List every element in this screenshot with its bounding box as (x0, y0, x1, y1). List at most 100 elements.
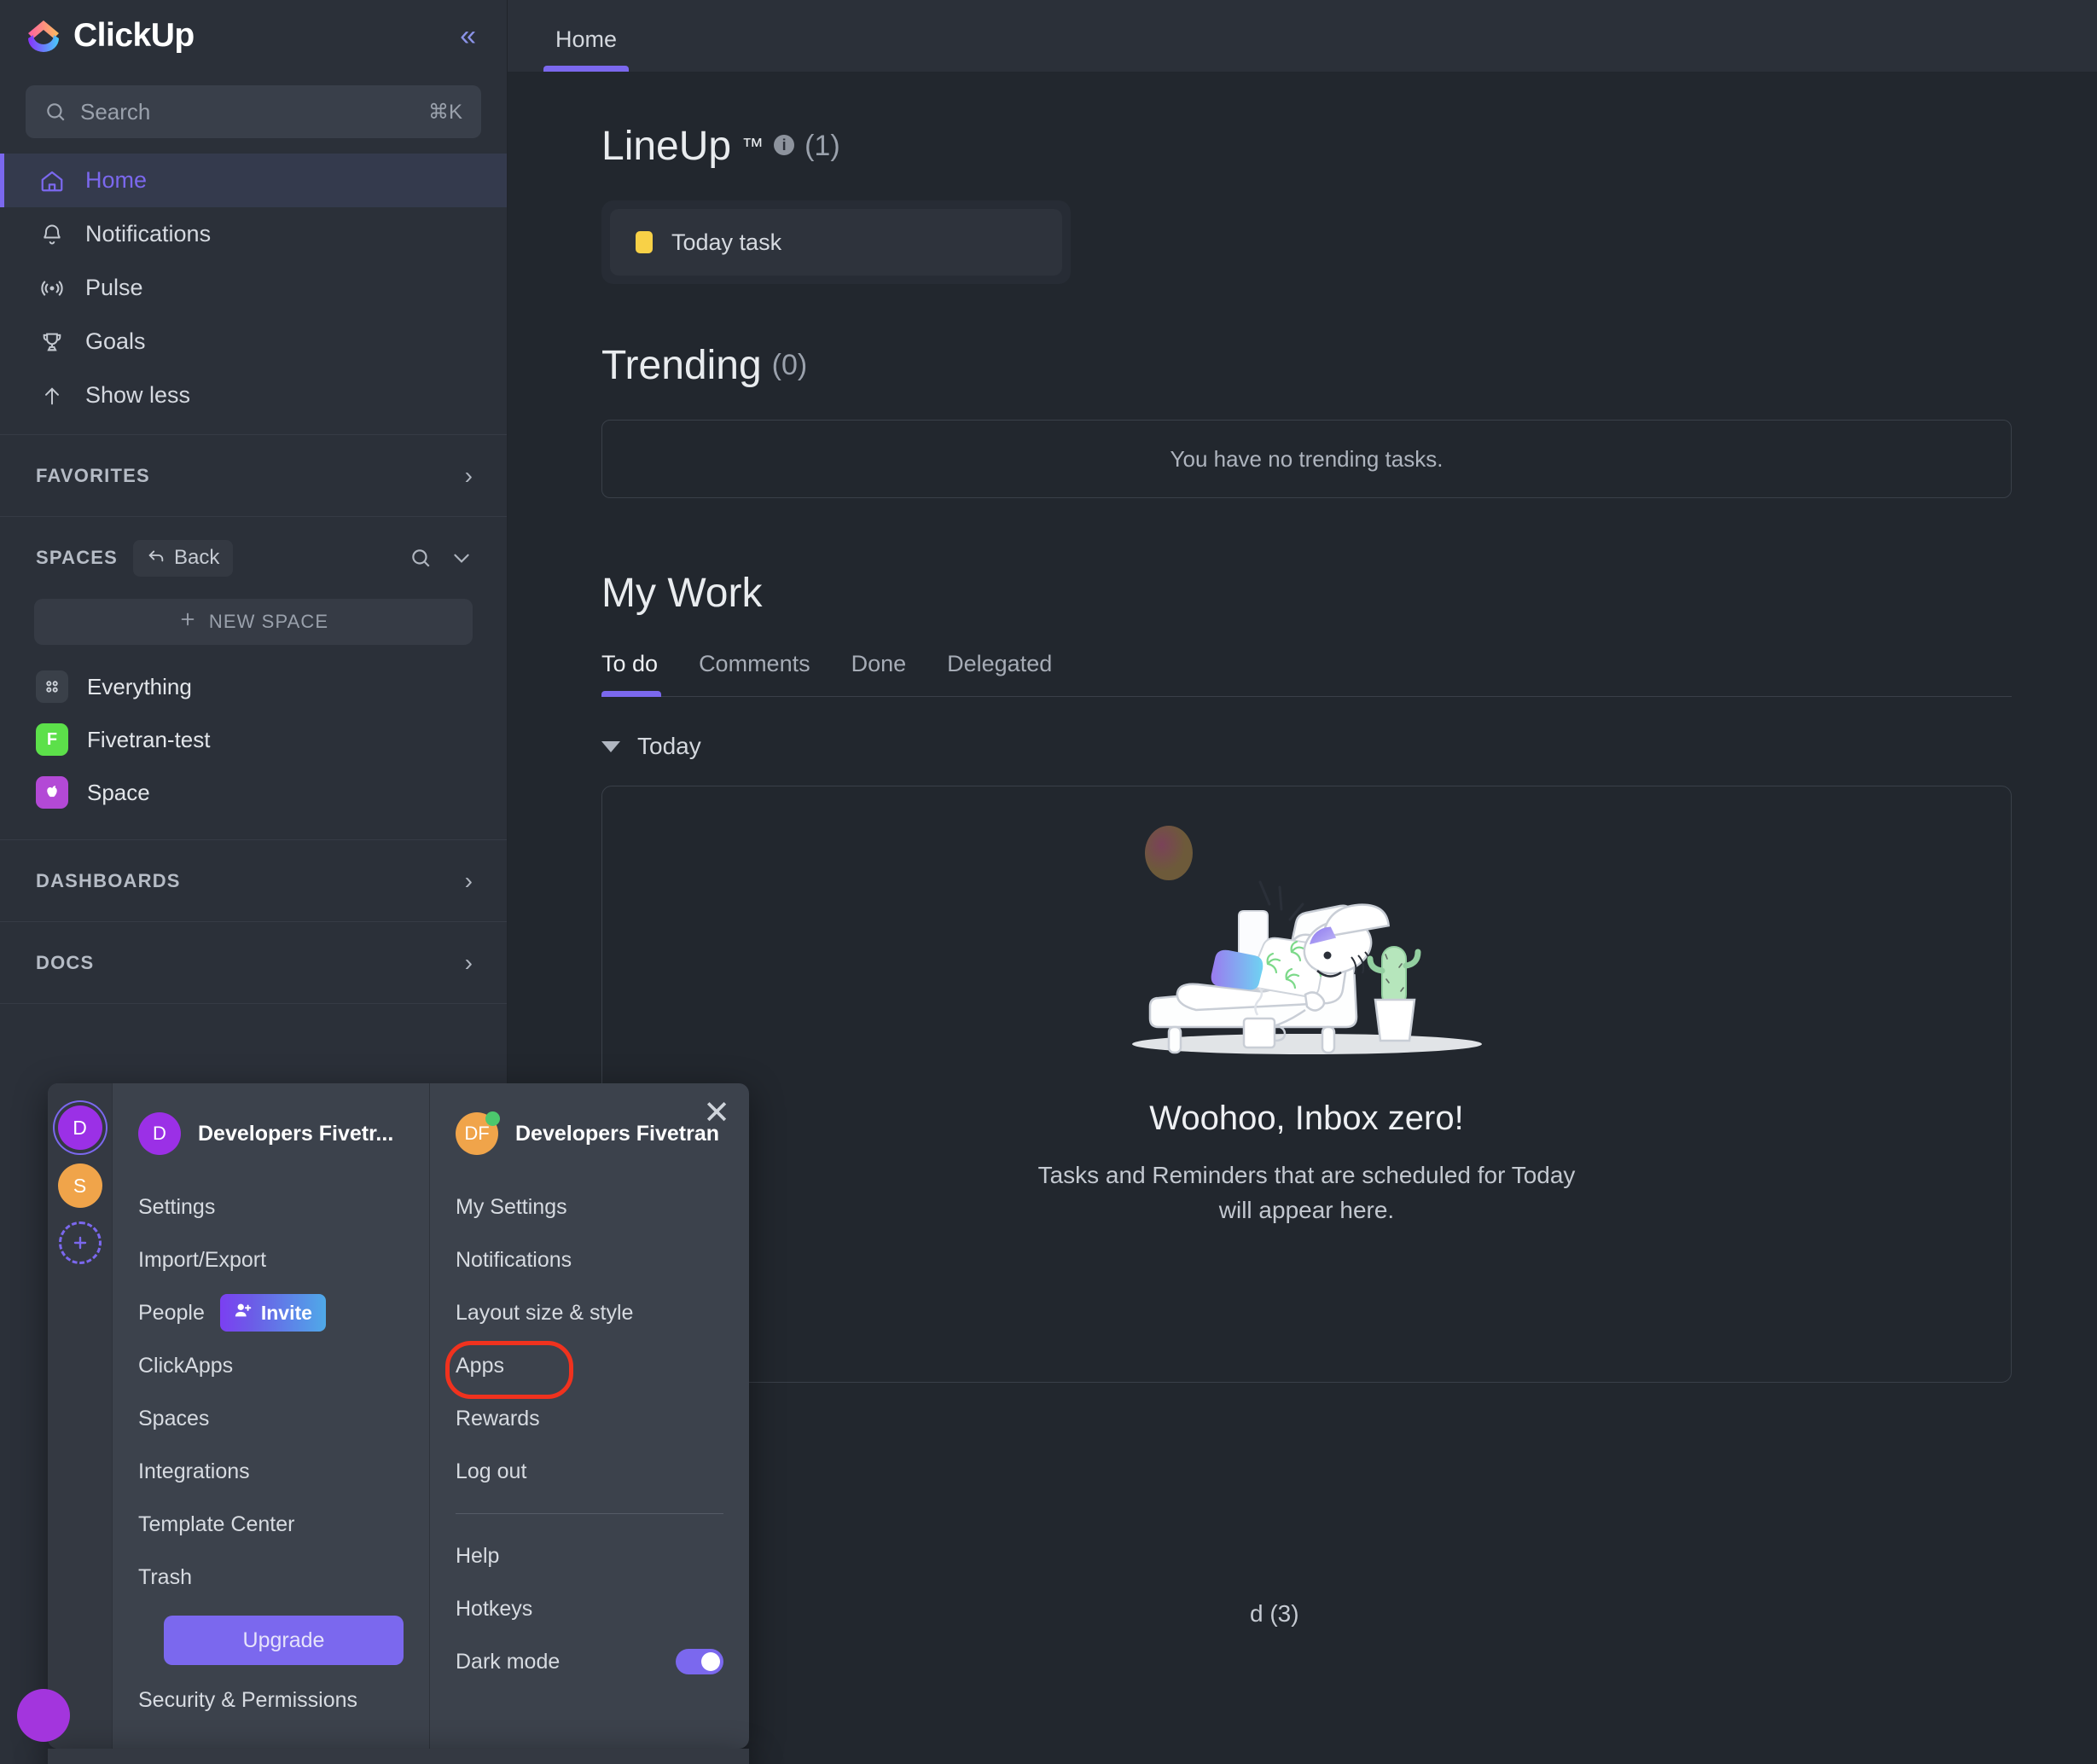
menu-item-label: People (138, 1300, 205, 1325)
menu-item-hotkeys[interactable]: Hotkeys (430, 1582, 749, 1635)
sidebar-item-home[interactable]: Home (0, 154, 507, 207)
search-icon (44, 101, 67, 123)
lineup-heading: LineUp ™ i (1) (601, 123, 2012, 170)
tab-home[interactable]: Home (543, 26, 630, 72)
space-item-fivetran-test[interactable]: F Fivetran-test (0, 713, 507, 766)
sidebar-section-dashboards[interactable]: DASHBOARDS › (0, 840, 507, 922)
sidebar-item-pulse[interactable]: Pulse (0, 261, 507, 315)
new-space-button[interactable]: NEW SPACE (34, 599, 473, 645)
my-work-section: My Work To do Comments Done Delegated To… (601, 570, 2012, 1383)
sidebar-item-goals[interactable]: Goals (0, 315, 507, 368)
menu-item-security-permissions[interactable]: Security & Permissions (113, 1674, 429, 1726)
search-input[interactable]: Search ⌘K (26, 85, 481, 138)
my-work-title: My Work (601, 571, 763, 616)
sidebar-item-show-less[interactable]: Show less (0, 368, 507, 422)
menu-item-log-out[interactable]: Log out (430, 1445, 749, 1498)
sidebar-item-label: Goals (85, 328, 146, 354)
space-item-everything[interactable]: Everything (0, 660, 507, 713)
sidebar-section-favorites[interactable]: FAVORITES › (0, 435, 507, 517)
hidden-group-label: d (3) (1250, 1600, 1299, 1627)
menu-item-integrations[interactable]: Integrations (113, 1445, 429, 1498)
trophy-icon (39, 329, 65, 355)
add-workspace-button[interactable] (58, 1221, 102, 1264)
section-label: FAVORITES (36, 464, 150, 486)
search-shortcut: ⌘K (427, 100, 462, 124)
workspace-header: D Developers Fivetr... (113, 1104, 429, 1181)
menu-item-notifications[interactable]: Notifications (430, 1233, 749, 1286)
profile-menu: ✕ DF Developers Fivetran My Settings Not… (430, 1083, 749, 1749)
invite-button[interactable]: Invite (219, 1294, 326, 1332)
menu-item-help[interactable]: Help (430, 1529, 749, 1582)
menu-item-label: Hotkeys (456, 1596, 533, 1621)
account-popover-overlay: D S D Developers Fivetr... Settings Impo… (17, 1083, 749, 1764)
menu-item-settings[interactable]: Settings (113, 1181, 429, 1233)
chevron-down-icon[interactable] (450, 547, 473, 569)
lineup-card: Today task (601, 200, 1071, 284)
menu-item-label: Dark mode (456, 1649, 561, 1674)
menu-item-dark-mode[interactable]: Dark mode (430, 1635, 749, 1688)
plus-icon (178, 610, 197, 634)
clickup-logo[interactable]: ClickUp (26, 17, 195, 55)
space-item-space[interactable]: Space (0, 766, 507, 819)
sidebar-section-docs[interactable]: DOCS › (0, 922, 507, 1004)
menu-item-label: My Settings (456, 1194, 567, 1219)
sidebar-section-spaces: SPACES Back NEW SPACE Everything F Fivet… (0, 517, 507, 840)
empty-state-subtitle: Tasks and Reminders that are scheduled f… (1037, 1162, 1576, 1223)
sidebar-item-label: Notifications (85, 221, 212, 247)
chevron-right-icon[interactable]: › (465, 949, 473, 977)
group-header-today[interactable]: Today (601, 733, 2012, 760)
menu-item-label: Settings (138, 1194, 216, 1219)
menu-item-label: Rewards (456, 1406, 540, 1430)
menu-item-rewards[interactable]: Rewards (430, 1392, 749, 1445)
user-avatar-blob[interactable] (17, 1689, 70, 1742)
menu-item-my-settings[interactable]: My Settings (430, 1181, 749, 1233)
tab-comments[interactable]: Comments (699, 651, 833, 696)
search-placeholder: Search (80, 98, 151, 125)
new-space-label: NEW SPACE (208, 611, 329, 632)
menu-item-label: Spaces (138, 1406, 210, 1430)
menu-item-trash[interactable]: Trash (113, 1551, 429, 1604)
info-icon[interactable]: i (774, 135, 795, 155)
menu-item-apps[interactable]: Apps (430, 1339, 749, 1399)
lineup-task-row[interactable]: Today task (610, 209, 1062, 276)
menu-item-layout-size-style[interactable]: Layout size & style (430, 1286, 749, 1339)
menu-item-people[interactable]: People Invite (113, 1286, 429, 1339)
task-status-icon (636, 231, 653, 253)
menu-item-import-export[interactable]: Import/Export (113, 1233, 429, 1286)
caret-down-icon (601, 740, 620, 752)
workspace-avatar-s[interactable]: S (57, 1163, 102, 1208)
tab-delegated[interactable]: Delegated (947, 651, 1074, 696)
menu-item-label: Template Center (138, 1512, 295, 1536)
trending-count: (0) (771, 349, 808, 381)
sidebar-item-label: Show less (85, 382, 191, 408)
download-apps-bar: DOWNLOAD APPS: (48, 1749, 749, 1764)
menu-item-clickapps[interactable]: ClickApps (113, 1339, 429, 1392)
tab-to-do[interactable]: To do (601, 651, 680, 697)
workspace-rail: D S (48, 1083, 113, 1749)
home-icon (39, 168, 65, 194)
search-icon[interactable] (410, 547, 432, 569)
spaces-back-label: Back (174, 546, 220, 569)
space-label: Fivetran-test (87, 726, 211, 752)
clickup-logo-text: ClickUp (73, 17, 195, 54)
arrow-up-icon (39, 383, 65, 409)
grid-dots-icon (36, 670, 68, 703)
group-label: Today (637, 733, 701, 759)
menu-item-template-center[interactable]: Template Center (113, 1498, 429, 1551)
sidebar-item-notifications[interactable]: Notifications (0, 207, 507, 261)
chevron-double-left-icon[interactable]: « (455, 16, 481, 55)
spaces-actions (410, 547, 473, 569)
workspace-avatar-d[interactable]: D (57, 1105, 102, 1150)
upgrade-button[interactable]: Upgrade (164, 1616, 404, 1665)
invite-label: Invite (260, 1301, 312, 1324)
chevron-right-icon[interactable]: › (465, 462, 473, 490)
tab-done[interactable]: Done (851, 651, 929, 696)
menu-item-spaces[interactable]: Spaces (113, 1392, 429, 1445)
spaces-back-button[interactable]: Back (133, 539, 234, 577)
chevron-right-icon[interactable]: › (465, 867, 473, 895)
close-icon[interactable]: ✕ (703, 1097, 730, 1129)
space-label: Everything (87, 673, 192, 699)
trending-empty-state: You have no trending tasks. (601, 420, 2012, 498)
inbox-zero-illustration (1077, 821, 1537, 1081)
dark-mode-toggle[interactable] (676, 1649, 723, 1674)
